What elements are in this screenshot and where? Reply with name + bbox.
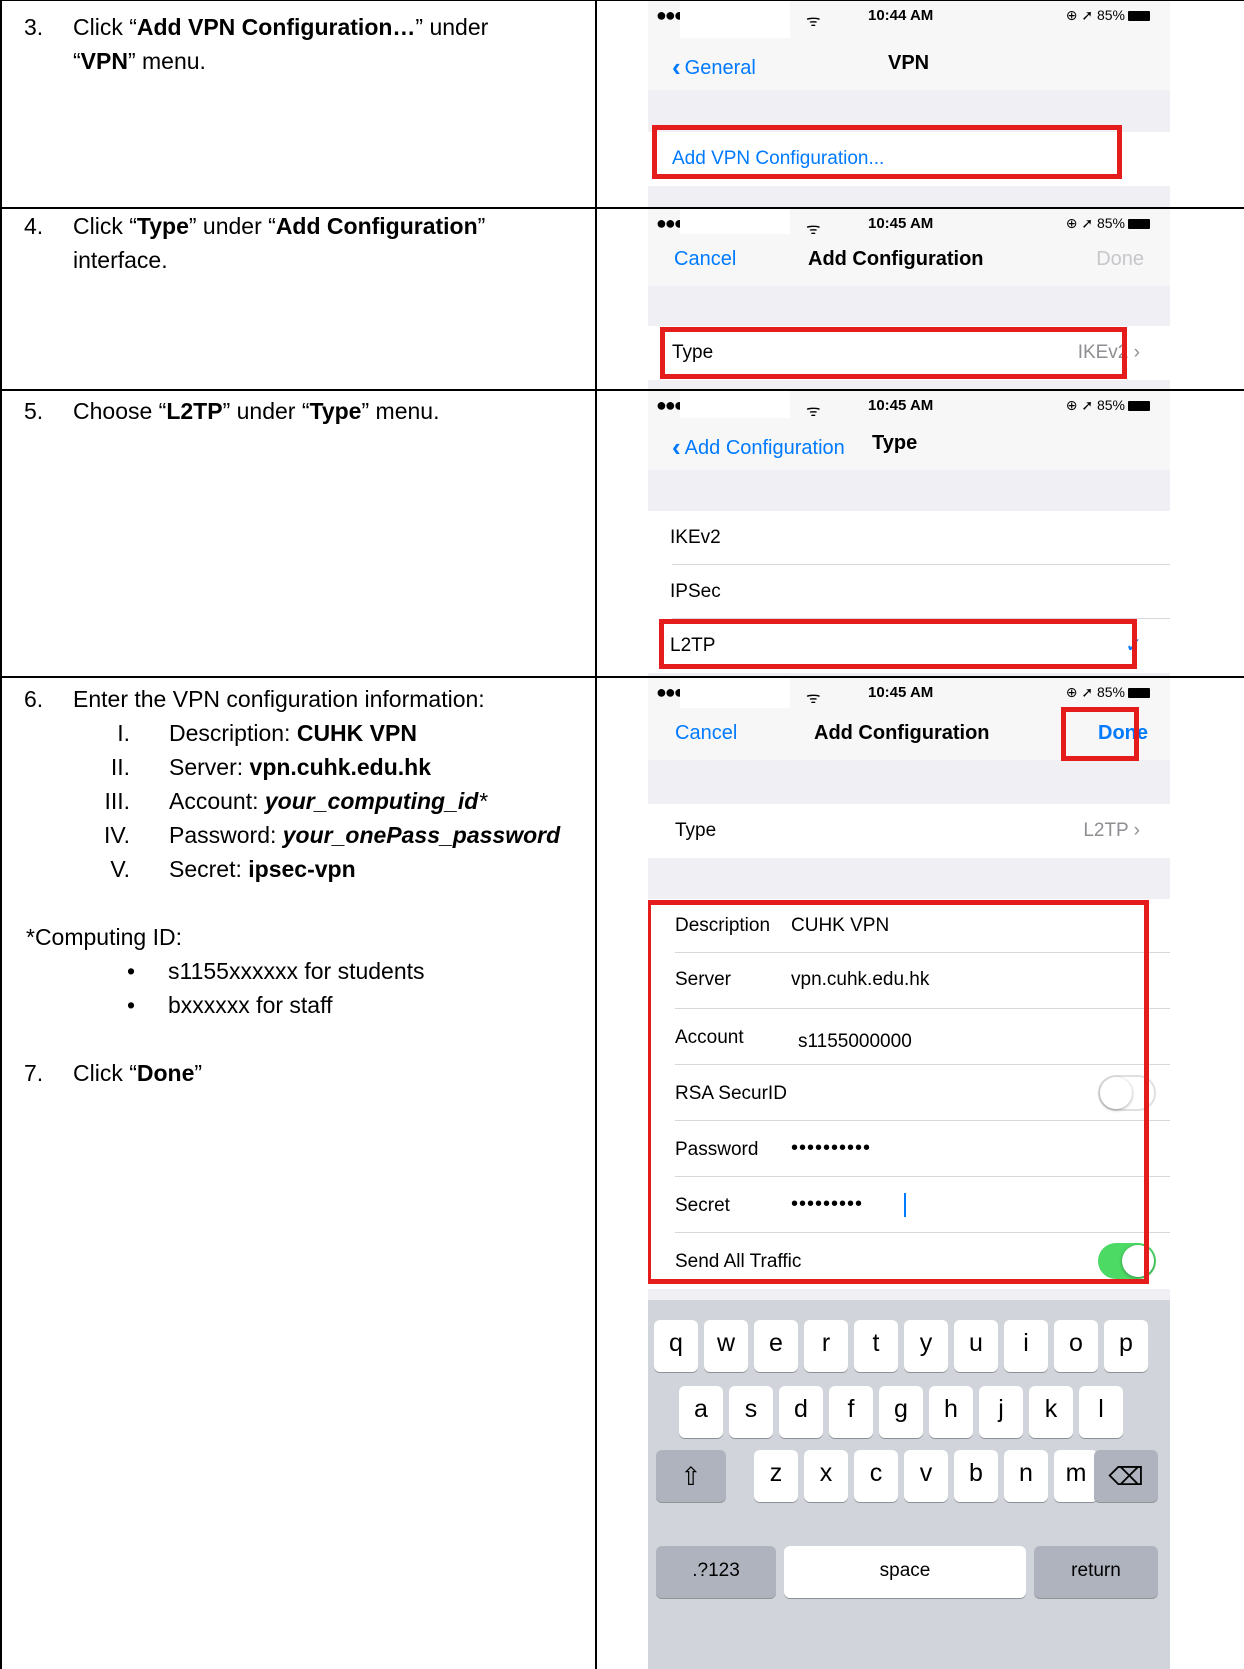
signal-icon: ●●● <box>656 395 685 415</box>
numbers-key[interactable]: .?123 <box>656 1546 776 1598</box>
return-key[interactable]: return <box>1034 1546 1158 1598</box>
key-o[interactable]: o <box>1054 1320 1098 1372</box>
nav-bar: ‹ General VPN <box>648 38 1170 90</box>
screen-vpn: ●●● ᯤ 10:44 AM ⊕ ➚ 85% ‹ General VPN Add … <box>648 1 1170 207</box>
key-h[interactable]: h <box>929 1386 973 1438</box>
nav-bar: Cancel Add Configuration Done <box>648 234 1170 286</box>
key-y[interactable]: y <box>904 1320 948 1372</box>
chevron-left-icon: ‹ <box>672 52 681 82</box>
screen-add-configuration: ●●● ᯤ 10:45 AM ⊕ ➚ 85% Cancel Add Config… <box>648 209 1170 389</box>
chevron-right-icon: › <box>1133 820 1140 841</box>
item-password: Password: your_onePass_password <box>169 822 561 848</box>
item-account: Account: your_computing_id* <box>169 788 488 814</box>
signal-icon: ●●● <box>656 5 685 25</box>
key-n[interactable]: n <box>1004 1450 1048 1502</box>
wifi-icon: ᯤ <box>806 13 821 30</box>
back-button[interactable]: ‹ General <box>672 52 756 83</box>
computing-id-note: *Computing ID: <box>26 924 182 950</box>
item-secret: Secret: ipsec-vpn <box>169 856 356 882</box>
step-3: 3. Click “Add VPN Configuration…” under … <box>0 10 590 80</box>
step-number: 3. <box>24 14 44 40</box>
key-b[interactable]: b <box>954 1450 998 1502</box>
key-t[interactable]: t <box>854 1320 898 1372</box>
nav-bar: ‹ Add Configuration Type <box>648 418 1170 470</box>
battery-icon <box>1128 401 1150 412</box>
key-d[interactable]: d <box>779 1386 823 1438</box>
battery-icon <box>1128 688 1150 699</box>
key-r[interactable]: r <box>804 1320 848 1372</box>
key-x[interactable]: x <box>804 1450 848 1502</box>
key-a[interactable]: a <box>679 1386 723 1438</box>
item-server: Server: vpn.cuhk.edu.hk <box>169 754 432 780</box>
chevron-left-icon: ‹ <box>672 432 681 462</box>
orientation-lock-icon: ⊕ ➚ <box>1065 397 1097 413</box>
key-w[interactable]: w <box>704 1320 748 1372</box>
key-i[interactable]: i <box>1004 1320 1048 1372</box>
signal-icon: ●●● <box>656 213 685 233</box>
key-e[interactable]: e <box>754 1320 798 1372</box>
key-z[interactable]: z <box>754 1450 798 1502</box>
key-g[interactable]: g <box>879 1386 923 1438</box>
battery-icon <box>1128 219 1150 230</box>
nav-title: VPN <box>888 52 930 74</box>
key-m[interactable]: m <box>1054 1450 1098 1502</box>
bullet-icon: • <box>127 992 136 1018</box>
step-7: 7. Click “Done” <box>0 1056 590 1096</box>
step-number: 5. <box>24 398 44 424</box>
key-f[interactable]: f <box>829 1386 873 1438</box>
keyboard: qwertyuiop asdfghjkl zxcvbnm ⇧ ⌫ .?123 s… <box>648 1300 1170 1669</box>
step-5: 5. Choose “L2TP” under “Type” menu. <box>0 394 590 434</box>
type-row[interactable]: Type L2TP › <box>648 804 1170 858</box>
orientation-lock-icon: ⊕ ➚ <box>1065 7 1097 23</box>
key-v[interactable]: v <box>904 1450 948 1502</box>
highlight-box <box>648 900 1149 1284</box>
highlight-box <box>652 125 1122 179</box>
highlight-box <box>659 619 1137 669</box>
key-p[interactable]: p <box>1104 1320 1148 1372</box>
wifi-icon: ᯤ <box>806 690 821 707</box>
key-c[interactable]: c <box>854 1450 898 1502</box>
key-u[interactable]: u <box>954 1320 998 1372</box>
key-q[interactable]: q <box>654 1320 698 1372</box>
key-l[interactable]: l <box>1079 1386 1123 1438</box>
signal-icon: ●●● <box>656 682 685 702</box>
status-bar: ●●● ᯤ 10:44 AM ⊕ ➚ 85% <box>648 1 1170 41</box>
delete-key[interactable]: ⌫ <box>1094 1450 1158 1502</box>
done-button[interactable]: Done <box>1096 248 1144 271</box>
step-number: 6. <box>24 686 44 712</box>
space-key[interactable]: space <box>784 1546 1026 1598</box>
back-button[interactable]: ‹ Add Configuration <box>672 432 845 463</box>
step-number: 4. <box>24 213 44 239</box>
highlight-box <box>660 327 1127 379</box>
option-ipsec[interactable]: IPSec <box>648 565 1170 619</box>
option-ikev2[interactable]: IKEv2 <box>648 511 1170 565</box>
orientation-lock-icon: ⊕ ➚ <box>1065 684 1097 700</box>
orientation-lock-icon: ⊕ ➚ <box>1065 215 1097 231</box>
nav-title: Type <box>872 432 918 454</box>
chevron-right-icon: › <box>1133 342 1140 363</box>
key-j[interactable]: j <box>979 1386 1023 1438</box>
nav-title: Add Configuration <box>808 248 984 270</box>
nav-title: Add Configuration <box>814 722 990 744</box>
screen-add-configuration-filled: ●●● ᯤ 10:45 AM ⊕ ➚ 85% Cancel Add Config… <box>648 678 1170 1669</box>
battery-icon <box>1128 11 1150 22</box>
table-border-divider <box>595 0 597 1669</box>
bullet-icon: • <box>127 958 136 984</box>
screen-type: ●●● ᯤ 10:45 AM ⊕ ➚ 85% ‹ Add Configuratio… <box>648 391 1170 676</box>
item-description: Description: CUHK VPN <box>169 720 417 746</box>
step-number: 7. <box>24 1060 44 1086</box>
key-k[interactable]: k <box>1029 1386 1073 1438</box>
step-4: 4. Click “Type” under “Add Configuration… <box>0 209 590 279</box>
key-s[interactable]: s <box>729 1386 773 1438</box>
cancel-button[interactable]: Cancel <box>674 248 736 271</box>
highlight-box <box>1061 707 1139 761</box>
shift-key[interactable]: ⇧ <box>656 1450 726 1502</box>
cancel-button[interactable]: Cancel <box>675 722 737 745</box>
